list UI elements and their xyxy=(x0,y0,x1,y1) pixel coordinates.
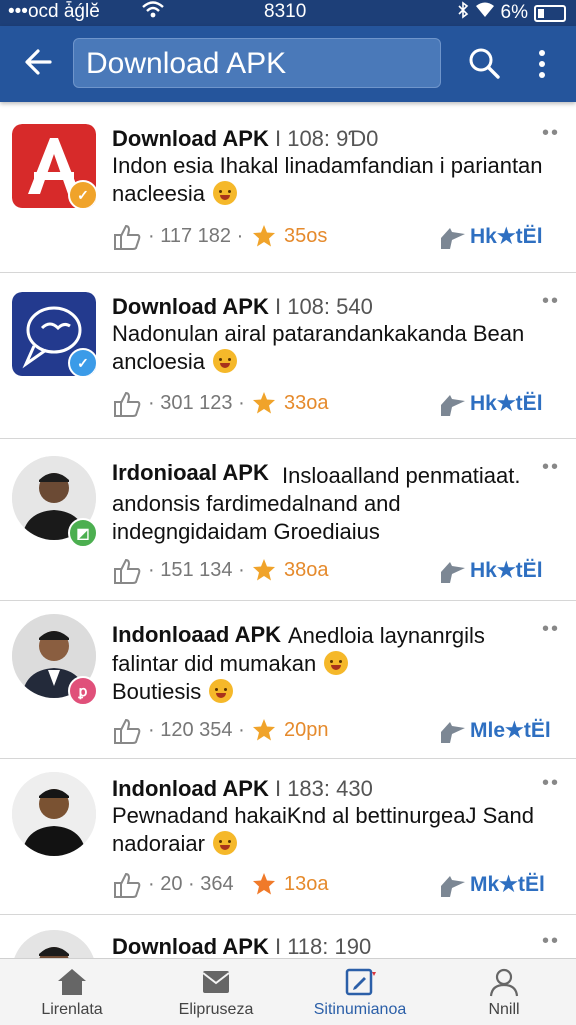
list-item[interactable]: ✓ Download APK I 108: 540 •• Nadonulan a… xyxy=(0,272,576,439)
battery-percent: 6% xyxy=(500,2,528,23)
share-label[interactable]: Hk★tЁl xyxy=(470,558,543,583)
verified-badge-icon: ✓ xyxy=(68,348,96,376)
share-label[interactable]: Hk★tЁl xyxy=(470,391,543,416)
list-item[interactable]: Download APK I 118: 190 •• xyxy=(0,914,576,958)
like-icon[interactable] xyxy=(112,716,142,746)
status-bar: •••ocd ǡǵlĕ 8310 6% xyxy=(0,0,576,26)
item-description: Pewnadand hakaiKnd al bettinurgeaJ Sand … xyxy=(112,803,534,856)
rating-value: 38oa xyxy=(284,559,329,581)
list-item[interactable]: ✓ Download APK I 108: 9Ɗ0 •• Indon esia … xyxy=(0,102,576,273)
emoji-icon xyxy=(213,831,238,855)
share-icon[interactable] xyxy=(438,556,468,586)
nav-label: Nnill xyxy=(488,1001,520,1018)
arrow-left-icon xyxy=(25,49,52,75)
like-count: · 117 182 · xyxy=(148,225,244,247)
star-icon xyxy=(253,392,275,414)
rating-value: 35os xyxy=(284,225,328,247)
bottom-navigation: Lirenlata Elipruseza Sitinumianoa Nnill xyxy=(0,958,576,1025)
battery-icon xyxy=(534,4,566,22)
like-icon[interactable] xyxy=(112,222,142,252)
like-count: · 301 123 · xyxy=(148,392,245,414)
share-icon[interactable] xyxy=(438,222,468,252)
emoji-icon xyxy=(324,651,349,675)
status-badge-icon: ꝑ xyxy=(68,676,98,706)
share-icon[interactable] xyxy=(438,870,468,900)
item-title: Download APK xyxy=(112,294,269,319)
nav-item-profile[interactable]: Nnill xyxy=(432,959,576,1025)
emoji-icon xyxy=(213,349,238,373)
item-description: Boutiesis xyxy=(112,679,202,704)
wifi-icon xyxy=(142,0,164,25)
signal-icon xyxy=(475,2,495,24)
item-title: Download APK xyxy=(112,126,269,151)
star-icon xyxy=(253,225,275,247)
like-icon[interactable] xyxy=(112,389,142,419)
carrier-label: •••ocd ǡǵlĕ xyxy=(8,1,100,22)
like-count: · 20 · 364 xyxy=(148,873,234,895)
profile-icon xyxy=(489,968,519,997)
list-item[interactable]: ◩ Irdonioaal APK •• Insloaalland penmati… xyxy=(0,438,576,601)
overflow-menu-button[interactable] xyxy=(530,44,554,84)
share-label[interactable]: Mle★tЁl xyxy=(470,718,551,743)
item-meta: I 183: 430 xyxy=(274,776,373,801)
nav-item-inbox[interactable]: Elipruseza xyxy=(144,959,288,1025)
avatar xyxy=(12,772,96,856)
app-icon-blue: ✓ xyxy=(12,292,96,376)
star-icon xyxy=(253,719,275,741)
more-vertical-icon xyxy=(539,50,545,78)
nav-item-home[interactable]: Lirenlata xyxy=(0,959,144,1025)
back-button[interactable] xyxy=(20,38,60,86)
like-icon[interactable] xyxy=(112,870,142,900)
nav-label: Elipruseza xyxy=(178,1001,254,1018)
list-item[interactable]: Indonload APK I 183: 430 •• Pewnadand ha… xyxy=(0,758,576,915)
inbox-icon xyxy=(202,971,230,993)
like-icon[interactable] xyxy=(112,556,142,586)
search-icon xyxy=(469,48,500,79)
item-title: Download APK xyxy=(112,934,269,958)
home-icon xyxy=(58,969,86,995)
star-icon xyxy=(253,559,275,581)
like-count: · 151 134 · xyxy=(148,559,245,581)
nav-label: Lirenlata xyxy=(41,1001,103,1018)
item-more-button[interactable]: •• xyxy=(542,772,560,795)
item-description: Insloaalland penmatiaat. andonsis fardim… xyxy=(112,463,521,544)
item-title: Indonload APK xyxy=(112,776,269,801)
bluetooth-icon xyxy=(457,1,469,25)
search-input[interactable]: Download APK xyxy=(73,38,441,88)
item-more-button[interactable]: •• xyxy=(542,122,560,145)
share-label[interactable]: Hk★tЁl xyxy=(470,224,543,249)
item-meta: I 108: 540 xyxy=(274,294,373,319)
search-button[interactable] xyxy=(465,44,505,84)
item-meta: I 108: 9Ɗ0 xyxy=(274,126,379,151)
item-description-part: Anedloia laynanrgils falintar did mumaka… xyxy=(112,623,485,676)
item-description: Nadonulan airal patarandankakanda Bean a… xyxy=(112,321,525,374)
emoji-icon xyxy=(213,181,238,205)
rating-value: 13oa xyxy=(284,873,329,895)
app-bar: Download APK xyxy=(0,26,576,102)
like-count: · 120 354 · xyxy=(148,719,245,741)
status-badge-icon: ◩ xyxy=(68,518,98,548)
verified-badge-icon: ✓ xyxy=(68,180,96,208)
list-item[interactable]: ꝑ Indonloaad APK •• Anedloia laynanrgils… xyxy=(0,600,576,759)
rating-value: 20pn xyxy=(284,719,329,741)
item-description: Indon esia Ihakal linadamfandian i paria… xyxy=(112,153,543,206)
avatar xyxy=(12,930,96,958)
clock: 8310 xyxy=(264,1,307,22)
app-icon-red: ✓ xyxy=(12,124,96,208)
item-meta: I 118: 190 xyxy=(274,934,372,958)
results-list: ✓ Download APK I 108: 9Ɗ0 •• Indon esia … xyxy=(0,102,576,958)
share-icon[interactable] xyxy=(438,716,468,746)
share-icon[interactable] xyxy=(438,389,468,419)
nav-label: Sitinumianoa xyxy=(313,1001,407,1018)
nav-item-edit[interactable]: Sitinumianoa xyxy=(288,959,432,1025)
rating-value: 33oa xyxy=(284,392,329,414)
item-more-button[interactable]: •• xyxy=(542,930,560,953)
edit-icon xyxy=(345,968,376,996)
emoji-icon xyxy=(209,679,234,703)
star-icon xyxy=(253,873,275,895)
item-more-button[interactable]: •• xyxy=(542,290,560,313)
share-label[interactable]: Mk★tЁl xyxy=(470,872,545,897)
